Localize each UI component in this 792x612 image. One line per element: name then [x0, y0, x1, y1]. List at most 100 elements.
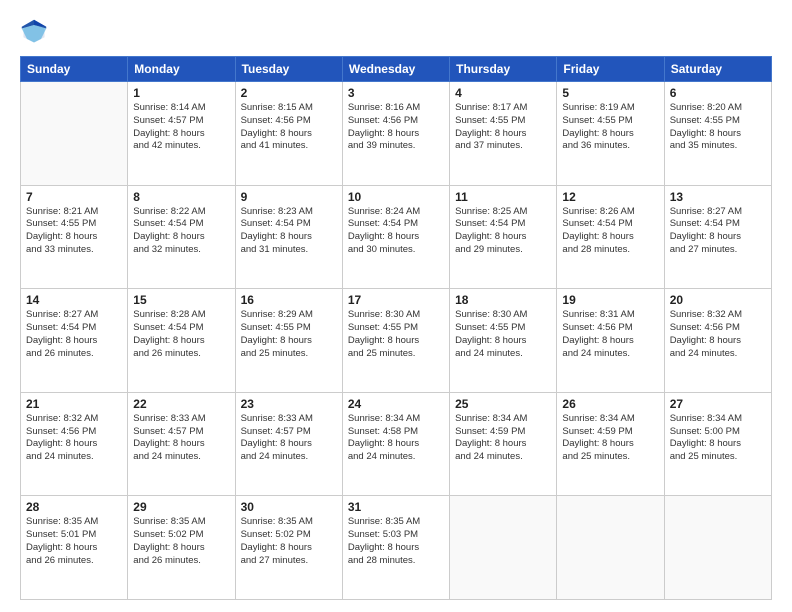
- day-number: 12: [562, 190, 658, 204]
- day-number: 6: [670, 86, 766, 100]
- day-cell: 28Sunrise: 8:35 AM Sunset: 5:01 PM Dayli…: [21, 496, 128, 600]
- week-row-3: 14 Sunrise: 8:27 AM Sunset: 4:54 PM Dayli…: [21, 289, 772, 393]
- day-cell: 29 Sunrise: 8:35 AM Sunset: 5:02 PM Dayli…: [128, 496, 235, 600]
- column-header-tuesday: Tuesday: [235, 57, 342, 82]
- day-number: 26: [562, 397, 658, 411]
- day-info: Sunrise: 8:34 AM Sunset: 5:00 PM Dayligh…: [670, 413, 766, 464]
- day-info: Sunrise: 8:35 AM Sunset: 5:02 PM Dayligh…: [241, 516, 337, 567]
- day-info: Sunrise: 8:34 AM Sunset: 4:59 PM Dayligh…: [455, 413, 551, 464]
- day-cell: 11 Sunrise: 8:25 AM Sunset: 4:54 PM Dayli…: [450, 185, 557, 289]
- day-info: Sunrise: 8:16 AM Sunset: 4:56 PM Dayligh…: [348, 102, 444, 153]
- day-number: 1: [133, 86, 229, 100]
- day-number: 11: [455, 190, 551, 204]
- day-number: 28: [26, 500, 122, 514]
- day-cell: [450, 496, 557, 600]
- day-info: Sunrise: 8:27 AM Sunset: 4:54 PM Dayligh…: [670, 206, 766, 257]
- day-number: 19: [562, 293, 658, 307]
- day-cell: 7 Sunrise: 8:21 AM Sunset: 4:55 PM Daylig…: [21, 185, 128, 289]
- day-cell: 25Sunrise: 8:34 AM Sunset: 4:59 PM Dayli…: [450, 392, 557, 496]
- day-info: Sunrise: 8:34 AM Sunset: 4:58 PM Dayligh…: [348, 413, 444, 464]
- day-cell: 9Sunrise: 8:23 AM Sunset: 4:54 PM Daylig…: [235, 185, 342, 289]
- day-info: Sunrise: 8:35 AM Sunset: 5:03 PM Dayligh…: [348, 516, 444, 567]
- column-header-friday: Friday: [557, 57, 664, 82]
- day-number: 24: [348, 397, 444, 411]
- day-number: 29: [133, 500, 229, 514]
- day-info: Sunrise: 8:26 AM Sunset: 4:54 PM Dayligh…: [562, 206, 658, 257]
- day-cell: 18 Sunrise: 8:30 AM Sunset: 4:55 PM Dayli…: [450, 289, 557, 393]
- day-cell: 10Sunrise: 8:24 AM Sunset: 4:54 PM Dayli…: [342, 185, 449, 289]
- day-cell: 17 Sunrise: 8:30 AM Sunset: 4:55 PM Dayli…: [342, 289, 449, 393]
- day-info: Sunrise: 8:33 AM Sunset: 4:57 PM Dayligh…: [133, 413, 229, 464]
- day-info: Sunrise: 8:29 AM Sunset: 4:55 PM Dayligh…: [241, 309, 337, 360]
- day-info: Sunrise: 8:34 AM Sunset: 4:59 PM Dayligh…: [562, 413, 658, 464]
- column-header-saturday: Saturday: [664, 57, 771, 82]
- day-cell: 8Sunrise: 8:22 AM Sunset: 4:54 PM Daylig…: [128, 185, 235, 289]
- day-cell: 16Sunrise: 8:29 AM Sunset: 4:55 PM Dayli…: [235, 289, 342, 393]
- day-number: 2: [241, 86, 337, 100]
- week-row-1: 1Sunrise: 8:14 AM Sunset: 4:57 PM Daylig…: [21, 82, 772, 186]
- day-cell: 19Sunrise: 8:31 AM Sunset: 4:56 PM Dayli…: [557, 289, 664, 393]
- day-info: Sunrise: 8:24 AM Sunset: 4:54 PM Dayligh…: [348, 206, 444, 257]
- day-number: 4: [455, 86, 551, 100]
- calendar-header-row: SundayMondayTuesdayWednesdayThursdayFrid…: [21, 57, 772, 82]
- day-number: 20: [670, 293, 766, 307]
- header: [20, 18, 772, 46]
- day-number: 18: [455, 293, 551, 307]
- column-header-sunday: Sunday: [21, 57, 128, 82]
- day-cell: 5 Sunrise: 8:19 AM Sunset: 4:55 PM Daylig…: [557, 82, 664, 186]
- day-info: Sunrise: 8:25 AM Sunset: 4:54 PM Dayligh…: [455, 206, 551, 257]
- day-cell: 1Sunrise: 8:14 AM Sunset: 4:57 PM Daylig…: [128, 82, 235, 186]
- column-header-wednesday: Wednesday: [342, 57, 449, 82]
- day-number: 3: [348, 86, 444, 100]
- day-cell: 24 Sunrise: 8:34 AM Sunset: 4:58 PM Dayli…: [342, 392, 449, 496]
- day-cell: 13 Sunrise: 8:27 AM Sunset: 4:54 PM Dayli…: [664, 185, 771, 289]
- logo: [20, 18, 52, 46]
- day-cell: 20Sunrise: 8:32 AM Sunset: 4:56 PM Dayli…: [664, 289, 771, 393]
- day-number: 14: [26, 293, 122, 307]
- day-cell: [664, 496, 771, 600]
- week-row-5: 28Sunrise: 8:35 AM Sunset: 5:01 PM Dayli…: [21, 496, 772, 600]
- day-cell: 23 Sunrise: 8:33 AM Sunset: 4:57 PM Dayli…: [235, 392, 342, 496]
- day-cell: 6 Sunrise: 8:20 AM Sunset: 4:55 PM Daylig…: [664, 82, 771, 186]
- day-cell: 15 Sunrise: 8:28 AM Sunset: 4:54 PM Dayli…: [128, 289, 235, 393]
- day-info: Sunrise: 8:20 AM Sunset: 4:55 PM Dayligh…: [670, 102, 766, 153]
- day-number: 17: [348, 293, 444, 307]
- day-info: Sunrise: 8:17 AM Sunset: 4:55 PM Dayligh…: [455, 102, 551, 153]
- day-number: 23: [241, 397, 337, 411]
- day-number: 5: [562, 86, 658, 100]
- day-info: Sunrise: 8:35 AM Sunset: 5:02 PM Dayligh…: [133, 516, 229, 567]
- day-info: Sunrise: 8:27 AM Sunset: 4:54 PM Dayligh…: [26, 309, 122, 360]
- day-number: 8: [133, 190, 229, 204]
- day-info: Sunrise: 8:33 AM Sunset: 4:57 PM Dayligh…: [241, 413, 337, 464]
- day-number: 15: [133, 293, 229, 307]
- week-row-4: 21 Sunrise: 8:32 AM Sunset: 4:56 PM Dayli…: [21, 392, 772, 496]
- week-row-2: 7 Sunrise: 8:21 AM Sunset: 4:55 PM Daylig…: [21, 185, 772, 289]
- day-cell: 22 Sunrise: 8:33 AM Sunset: 4:57 PM Dayli…: [128, 392, 235, 496]
- day-info: Sunrise: 8:30 AM Sunset: 4:55 PM Dayligh…: [455, 309, 551, 360]
- day-cell: [557, 496, 664, 600]
- day-cell: 2 Sunrise: 8:15 AM Sunset: 4:56 PM Daylig…: [235, 82, 342, 186]
- day-info: Sunrise: 8:30 AM Sunset: 4:55 PM Dayligh…: [348, 309, 444, 360]
- day-number: 27: [670, 397, 766, 411]
- day-info: Sunrise: 8:28 AM Sunset: 4:54 PM Dayligh…: [133, 309, 229, 360]
- day-number: 13: [670, 190, 766, 204]
- day-number: 30: [241, 500, 337, 514]
- day-number: 7: [26, 190, 122, 204]
- day-cell: 4 Sunrise: 8:17 AM Sunset: 4:55 PM Daylig…: [450, 82, 557, 186]
- day-info: Sunrise: 8:15 AM Sunset: 4:56 PM Dayligh…: [241, 102, 337, 153]
- column-header-thursday: Thursday: [450, 57, 557, 82]
- day-cell: 31 Sunrise: 8:35 AM Sunset: 5:03 PM Dayli…: [342, 496, 449, 600]
- day-cell: 14 Sunrise: 8:27 AM Sunset: 4:54 PM Dayli…: [21, 289, 128, 393]
- day-info: Sunrise: 8:21 AM Sunset: 4:55 PM Dayligh…: [26, 206, 122, 257]
- day-cell: 27 Sunrise: 8:34 AM Sunset: 5:00 PM Dayli…: [664, 392, 771, 496]
- day-number: 22: [133, 397, 229, 411]
- day-cell: 21 Sunrise: 8:32 AM Sunset: 4:56 PM Dayli…: [21, 392, 128, 496]
- column-header-monday: Monday: [128, 57, 235, 82]
- day-info: Sunrise: 8:19 AM Sunset: 4:55 PM Dayligh…: [562, 102, 658, 153]
- day-info: Sunrise: 8:32 AM Sunset: 4:56 PM Dayligh…: [26, 413, 122, 464]
- day-number: 21: [26, 397, 122, 411]
- day-number: 31: [348, 500, 444, 514]
- day-cell: 12 Sunrise: 8:26 AM Sunset: 4:54 PM Dayli…: [557, 185, 664, 289]
- page: SundayMondayTuesdayWednesdayThursdayFrid…: [0, 0, 792, 612]
- day-cell: [21, 82, 128, 186]
